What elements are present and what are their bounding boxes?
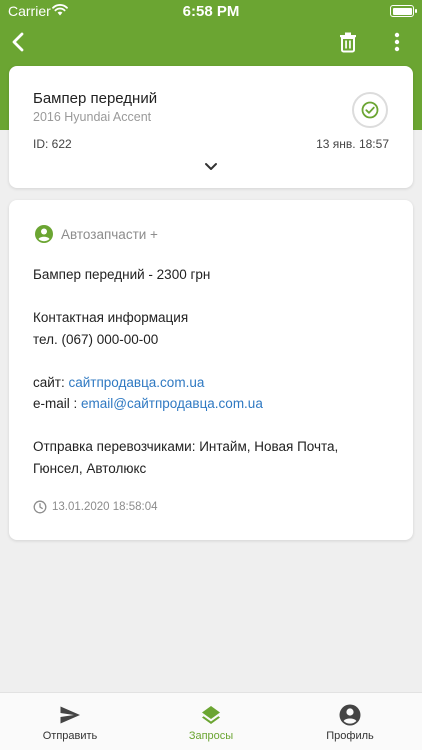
tab-profile[interactable]: Профиль	[290, 693, 410, 750]
reply-timestamp: 13.01.2020 18:58:04	[52, 501, 158, 513]
status-bar: Carrier 6:58 PM	[0, 0, 422, 24]
request-id: ID: 622	[33, 137, 72, 151]
shipping-line: Гюнсел, Автолюкс	[33, 460, 147, 476]
expand-button[interactable]	[203, 160, 219, 172]
clock-icon	[33, 500, 47, 514]
check-circle-icon	[361, 101, 379, 119]
reply-card: Автозапчасти + Бампер передний - 2300 гр…	[9, 200, 413, 540]
tab-profile-label: Профиль	[326, 730, 374, 742]
price-line: Бампер передний - 2300 грн	[33, 267, 211, 282]
request-card[interactable]: Бампер передний 2016 Hyundai Accent ID: …	[9, 66, 413, 188]
tab-bar: Отправить Запросы Профиль	[0, 692, 422, 750]
tab-send[interactable]: Отправить	[10, 693, 130, 750]
tab-requests-label: Запросы	[188, 730, 234, 742]
request-title: Бампер передний	[33, 90, 158, 107]
email-label: e-mail :	[33, 396, 78, 411]
clock-time: 6:58 PM	[182, 3, 240, 20]
tab-send-label: Отправить	[42, 730, 98, 742]
account-circle-icon	[35, 225, 53, 243]
site-label: сайт:	[33, 374, 65, 390]
email-line: e-mail : email@сайтпродавца.com.ua	[33, 393, 393, 415]
site-link[interactable]: сайтпродавца.com.ua	[69, 375, 205, 390]
back-button[interactable]	[6, 28, 30, 56]
request-car: 2016 Hyundai Accent	[33, 110, 152, 124]
chevron-down-icon	[205, 163, 217, 170]
seller-name: Автозапчасти +	[61, 227, 158, 242]
shipping-line: Отправка перевозчиками: Интайм, Новая По…	[33, 439, 339, 454]
site-line: сайт: сайтпродавца.com.ua	[33, 372, 393, 394]
request-date: 13 янв. 18:57	[316, 137, 389, 151]
email-link[interactable]: email@сайтпродавца.com.ua	[81, 396, 263, 411]
contact-header: Контактная информация	[33, 310, 189, 325]
status-badge	[352, 92, 388, 128]
delete-button[interactable]	[336, 28, 360, 56]
account-circle-icon	[339, 704, 361, 726]
battery-icon	[390, 5, 417, 17]
more-vertical-icon	[394, 32, 400, 52]
trash-icon	[340, 32, 356, 53]
send-icon	[60, 706, 80, 724]
tab-requests[interactable]: Запросы	[151, 693, 271, 750]
reply-message: Бампер передний - 2300 грн Контактная ин…	[33, 264, 393, 479]
chevron-left-icon	[12, 32, 24, 52]
phone-line: тел. (067) 000-00-00	[33, 331, 159, 347]
more-button[interactable]	[388, 28, 406, 56]
layers-icon	[202, 706, 220, 724]
